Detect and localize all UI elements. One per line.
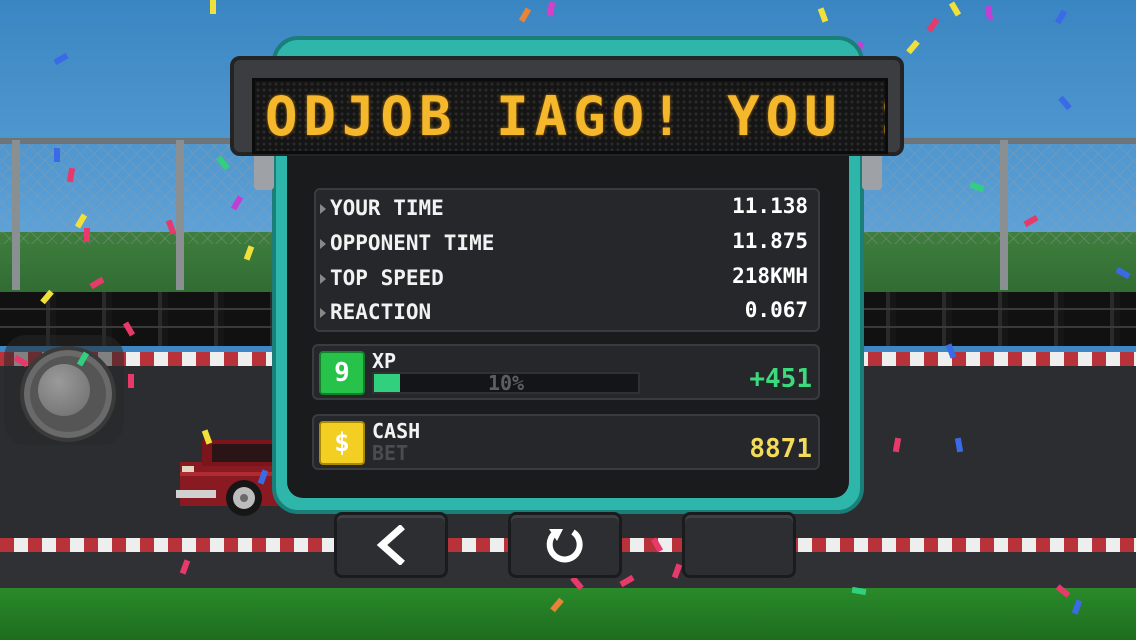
race-stats-panel: YOUR TIME 11.138 OPPONENT TIME 11.875 TO… bbox=[314, 188, 820, 332]
fence-post bbox=[1000, 140, 1008, 290]
back-button[interactable] bbox=[334, 512, 448, 578]
row-marker-icon bbox=[320, 239, 326, 249]
stat-value: 11.875 bbox=[732, 229, 808, 253]
stat-row-top-speed: TOP SPEED 218KMH bbox=[316, 262, 818, 296]
led-scrolling-banner: ODJOB IAGO! YOU SE bbox=[252, 78, 888, 154]
stat-value: 218KMH bbox=[732, 264, 808, 288]
stat-label: YOUR TIME bbox=[330, 196, 444, 220]
banner-text: ODJOB IAGO! YOU SE bbox=[265, 85, 885, 148]
stat-label: OPPONENT TIME bbox=[330, 231, 495, 255]
next-button[interactable] bbox=[682, 512, 796, 578]
confetti-piece bbox=[210, 0, 216, 14]
stat-row-reaction: REACTION 0.067 bbox=[316, 296, 818, 330]
bet-label: BET bbox=[372, 441, 409, 465]
sign-bracket bbox=[862, 150, 882, 190]
restart-icon bbox=[546, 529, 583, 563]
xp-label: XP bbox=[372, 349, 397, 373]
cash-label: CASH bbox=[372, 419, 421, 443]
row-marker-icon bbox=[320, 274, 326, 284]
fence-post bbox=[176, 140, 184, 290]
stat-value: 11.138 bbox=[732, 194, 808, 218]
confetti-piece bbox=[128, 374, 134, 388]
joystick-knob[interactable] bbox=[38, 364, 90, 416]
stat-label: REACTION bbox=[330, 300, 432, 324]
stat-row-your-time: YOUR TIME 11.138 bbox=[316, 192, 818, 226]
dollar-icon: $ bbox=[319, 421, 365, 465]
cash-amount: 8871 bbox=[749, 434, 812, 464]
level-badge: 9 bbox=[319, 351, 365, 395]
confetti-piece bbox=[84, 228, 90, 242]
foreground-grass bbox=[0, 588, 1136, 640]
confetti-piece bbox=[54, 148, 60, 162]
row-marker-icon bbox=[320, 308, 326, 318]
xp-gain: +451 bbox=[749, 364, 812, 394]
restart-button[interactable] bbox=[508, 512, 622, 578]
xp-progress-text: 10% bbox=[487, 371, 525, 395]
stat-row-opponent-time: OPPONENT TIME 11.875 bbox=[316, 227, 818, 261]
chevron-left-icon bbox=[376, 525, 405, 565]
row-marker-icon bbox=[320, 204, 326, 214]
sign-bracket bbox=[254, 150, 274, 190]
stat-value: 0.067 bbox=[744, 298, 808, 322]
stat-label: TOP SPEED bbox=[330, 266, 444, 290]
fence-post bbox=[12, 140, 20, 290]
